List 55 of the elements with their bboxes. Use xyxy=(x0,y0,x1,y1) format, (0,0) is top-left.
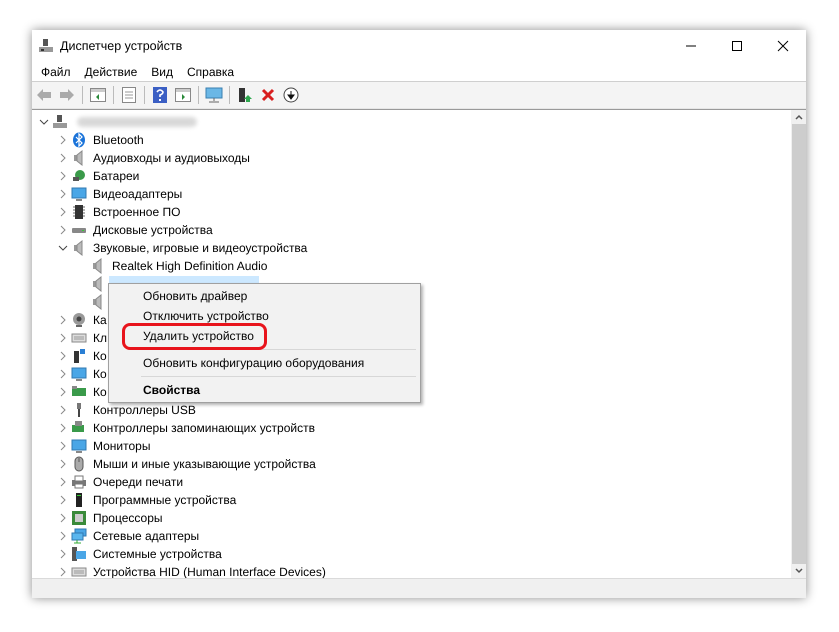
tree-item[interactable]: Realtek High Definition Audio xyxy=(109,258,270,274)
tree-item[interactable]: Кл xyxy=(90,330,110,346)
tree-item[interactable]: Контроллеры запоминающих устройств xyxy=(90,420,318,436)
device-manager-icon xyxy=(38,38,54,54)
tree-item[interactable]: Ка xyxy=(90,312,110,328)
tree-item[interactable]: Bluetooth xyxy=(90,132,147,148)
menu-item[interactable]: Удалить устройство xyxy=(125,326,264,346)
monitor-icon xyxy=(71,186,87,202)
tree-item[interactable]: Процессоры xyxy=(90,510,166,526)
maximize-icon xyxy=(731,40,743,52)
tree-item[interactable]: Сетевые адаптеры xyxy=(90,528,202,544)
webcam-icon xyxy=(71,312,87,328)
tree-item[interactable]: Батареи xyxy=(90,168,142,184)
tree-item[interactable]: Ко xyxy=(90,348,110,364)
tree-item[interactable]: Ко xyxy=(90,384,110,400)
help-button[interactable] xyxy=(150,85,170,105)
console-tree-button[interactable] xyxy=(88,85,108,105)
scrollbar[interactable] xyxy=(791,110,806,578)
menu-item[interactable]: Вид xyxy=(144,62,180,80)
menu-item[interactable]: Свойства xyxy=(111,380,418,400)
menu-item[interactable]: Обновить конфигурацию оборудования xyxy=(111,353,418,373)
disable-button[interactable] xyxy=(281,85,301,105)
tree-item[interactable]: Программные устройства xyxy=(90,492,240,508)
tree-item[interactable]: Звуковые, игровые и видеоустройства xyxy=(90,240,310,256)
action-pane-button[interactable] xyxy=(173,85,193,105)
printer-icon xyxy=(71,474,87,490)
menu-item[interactable]: Обновить драйвер xyxy=(111,286,418,306)
tree-item[interactable]: Системные устройства xyxy=(90,546,225,562)
tree-item[interactable]: Встроенное ПО xyxy=(90,204,184,220)
processor-icon xyxy=(71,510,87,526)
system-device-icon xyxy=(71,546,87,562)
computer-icon xyxy=(52,114,68,130)
network-adapter-icon xyxy=(71,528,87,544)
menu-item[interactable]: Справка xyxy=(180,62,242,80)
tree-item[interactable]: Видеоадаптеры xyxy=(90,186,186,202)
tree-item[interactable]: Аудиовходы и аудиовыходы xyxy=(90,150,253,166)
close-icon xyxy=(777,40,789,52)
monitor-icon xyxy=(71,438,87,454)
menu-item[interactable]: Отключить устройство xyxy=(111,306,418,326)
menu-item[interactable]: Файл xyxy=(34,62,78,80)
tree-item[interactable]: Дисковые устройства xyxy=(90,222,216,238)
controller-icon xyxy=(71,348,87,364)
tree-item[interactable]: Очереди печати xyxy=(90,474,186,490)
bluetooth-icon xyxy=(71,132,87,148)
scan-hardware-button[interactable] xyxy=(204,85,224,105)
properties-button[interactable] xyxy=(119,85,139,105)
window-title: Диспетчер устройств xyxy=(60,38,182,55)
battery-icon xyxy=(71,168,87,184)
tree-item[interactable]: Контроллеры USB xyxy=(90,402,199,418)
tree-item[interactable]: Мониторы xyxy=(90,438,154,454)
menu-item[interactable]: Действие xyxy=(78,62,144,80)
tree-item[interactable]: Ко xyxy=(90,366,110,382)
chip-icon xyxy=(71,204,87,220)
tree-item[interactable]: Мыши и иные указывающие устройства xyxy=(90,456,319,472)
monitor-icon xyxy=(71,366,87,382)
